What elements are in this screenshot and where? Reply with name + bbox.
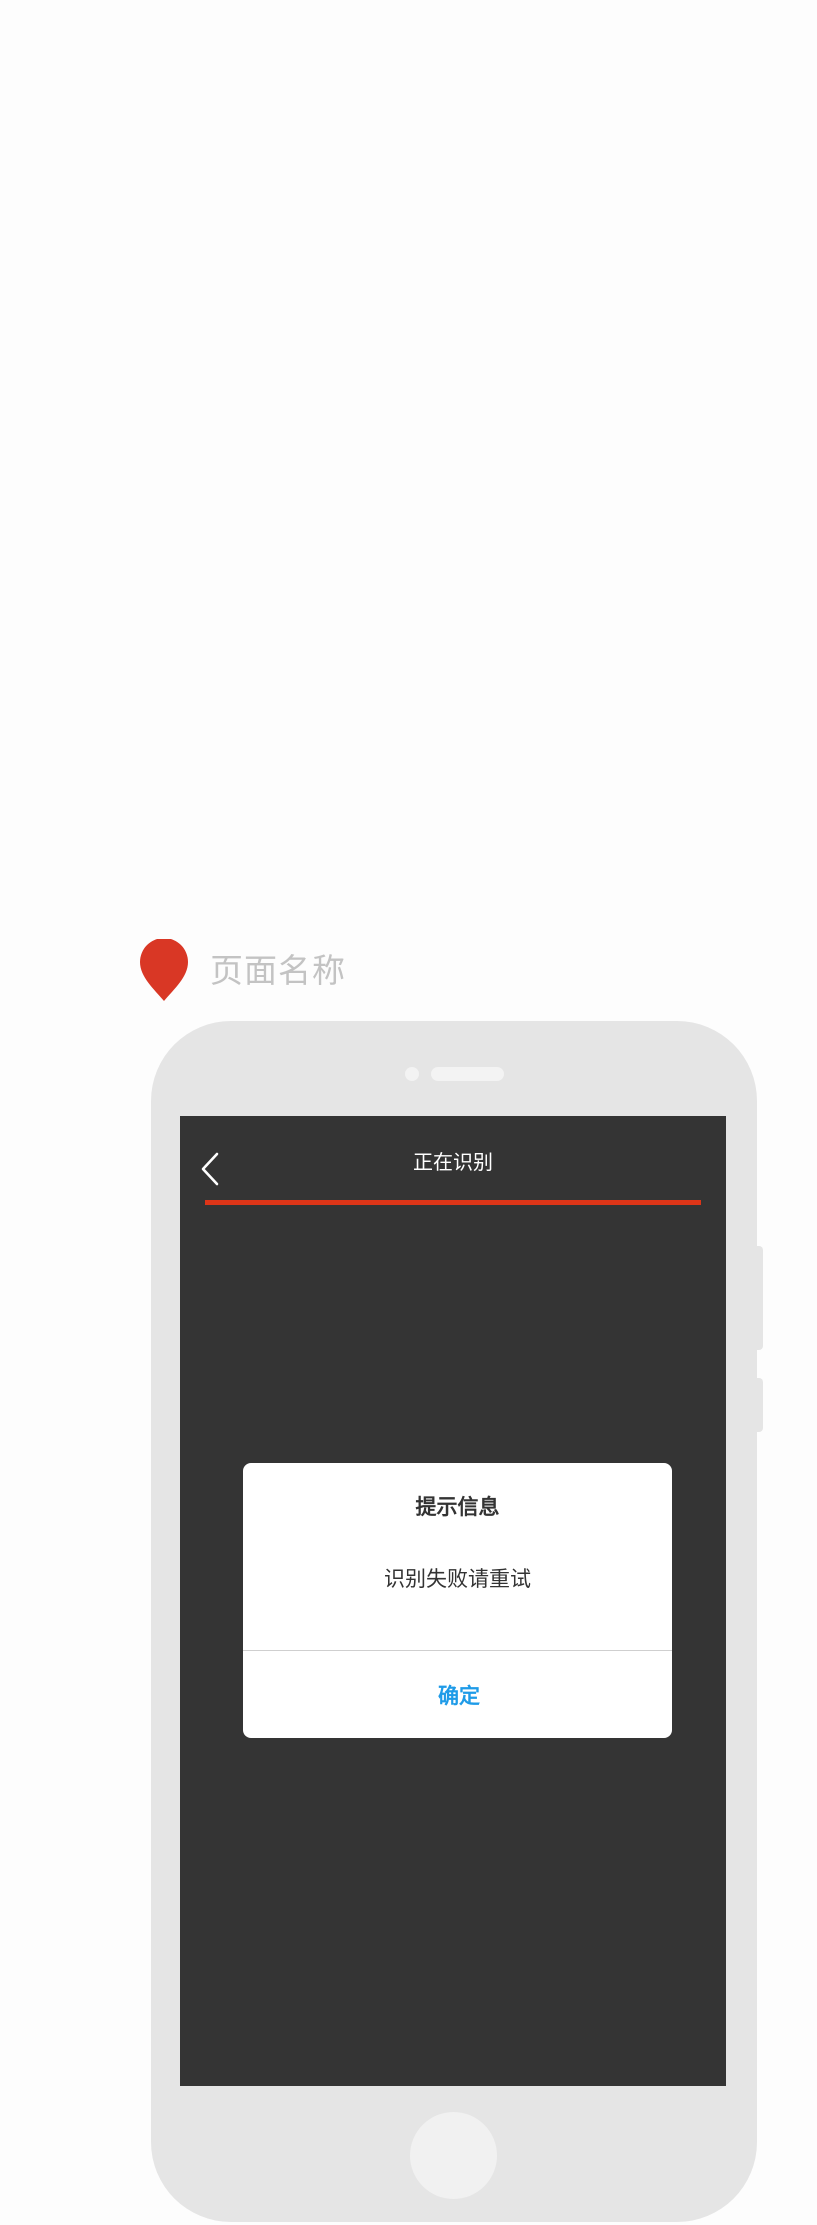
front-camera	[405, 1067, 419, 1081]
progress-fill	[205, 1200, 701, 1205]
page-name-label: 页面名称	[210, 950, 346, 990]
recognition-progress-bar	[205, 1200, 701, 1205]
home-button[interactable]	[410, 2112, 497, 2199]
nav-title: 正在识别	[413, 1150, 493, 1174]
power-button	[755, 1378, 763, 1432]
earpiece-speaker	[431, 1067, 504, 1081]
map-pin-icon	[140, 939, 188, 1001]
dialog-title: 提示信息	[415, 1495, 500, 1519]
phone-screen: 正在识别 提示信息 识别失败请重试 确定	[180, 1116, 726, 2086]
dialog-message: 识别失败请重试	[384, 1567, 531, 1591]
alert-dialog: 提示信息 识别失败请重试 确定	[243, 1463, 672, 1738]
page-label: 页面名称	[140, 938, 346, 1002]
volume-button	[755, 1246, 763, 1350]
confirm-button[interactable]: 确定	[243, 1651, 672, 1738]
